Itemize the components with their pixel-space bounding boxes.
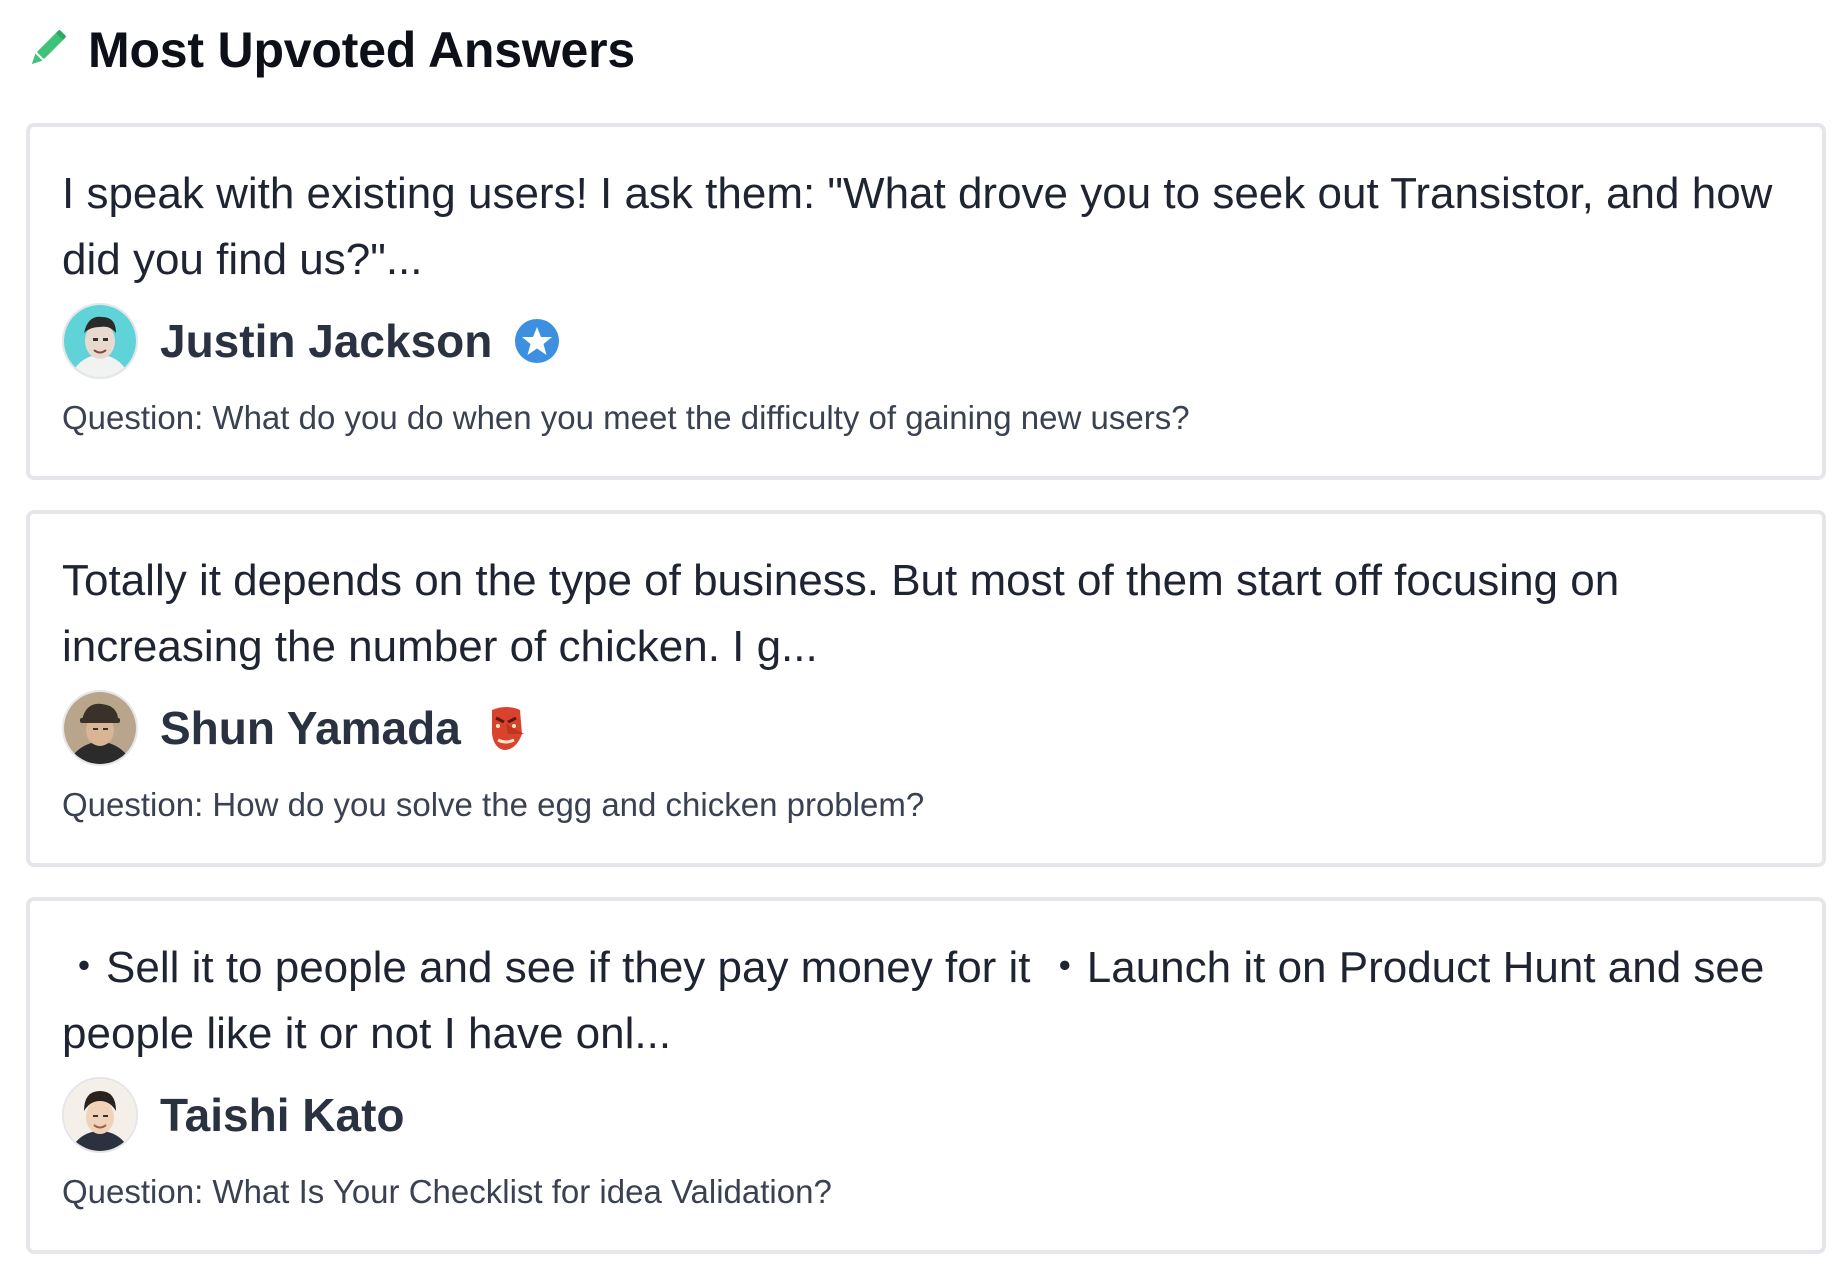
answer-card[interactable]: Totally it depends on the type of busine… xyxy=(26,510,1826,867)
author-name[interactable]: Taishi Kato xyxy=(160,1088,405,1142)
answer-text[interactable]: Totally it depends on the type of busine… xyxy=(62,548,1792,680)
question-link[interactable]: Question: What Is Your Checklist for ide… xyxy=(62,1173,832,1211)
avatar[interactable] xyxy=(62,303,138,379)
author-row: Shun Yamada xyxy=(62,690,531,766)
section-header: Most Upvoted Answers xyxy=(24,14,635,86)
answer-text[interactable]: ・Sell it to people and see if they pay m… xyxy=(62,935,1792,1067)
tengu-mask-icon xyxy=(481,703,531,753)
blue-star-badge-icon xyxy=(512,316,562,366)
author-name[interactable]: Shun Yamada xyxy=(160,701,461,755)
question-link[interactable]: Question: What do you do when you meet t… xyxy=(62,399,1190,437)
avatar[interactable] xyxy=(62,690,138,766)
section-title: Most Upvoted Answers xyxy=(88,22,636,78)
question-link[interactable]: Question: How do you solve the egg and c… xyxy=(62,786,924,824)
avatar[interactable] xyxy=(62,1077,138,1153)
answer-card[interactable]: I speak with existing users! I ask them:… xyxy=(26,123,1826,480)
pencil-icon xyxy=(24,28,68,72)
author-name[interactable]: Justin Jackson xyxy=(160,314,492,368)
answer-card[interactable]: ・Sell it to people and see if they pay m… xyxy=(26,897,1826,1254)
author-row: Taishi Kato xyxy=(62,1077,425,1153)
answer-text[interactable]: I speak with existing users! I ask them:… xyxy=(62,161,1792,293)
answers-list: I speak with existing users! I ask them:… xyxy=(26,123,1826,1266)
author-row: Justin Jackson xyxy=(62,303,562,379)
